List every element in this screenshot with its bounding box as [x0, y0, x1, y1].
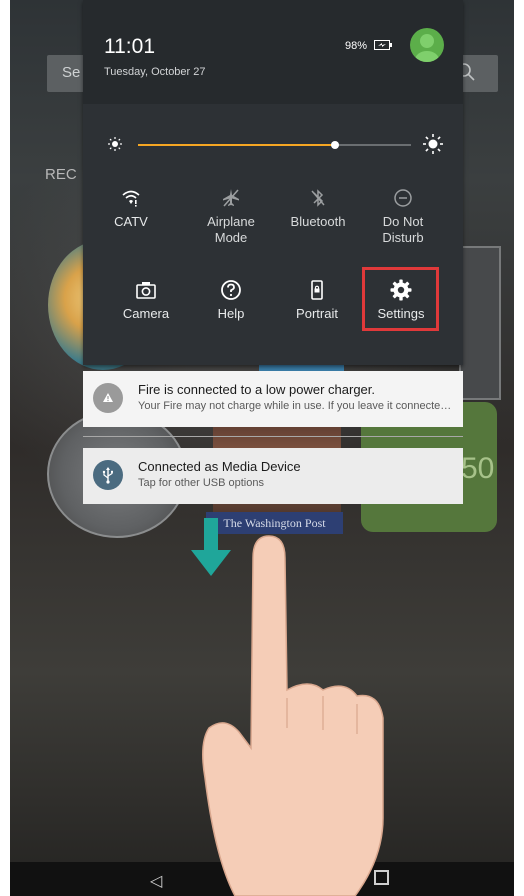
notification-title: Connected as Media Device — [138, 459, 301, 474]
bluetooth-off-icon — [311, 189, 325, 207]
notification-title: Fire is connected to a low power charger… — [138, 382, 376, 397]
camera-icon — [136, 282, 156, 299]
battery-percentage: 98% — [345, 40, 368, 52]
tile-bluetooth-label: Bluetooth — [290, 214, 346, 229]
pointing-hand-icon — [202, 535, 384, 896]
tile-portrait[interactable]: Portrait — [277, 278, 357, 322]
brightness-high-icon — [423, 134, 443, 154]
help-icon — [221, 280, 241, 300]
home-search-placeholder: Se — [62, 64, 81, 81]
tile-help-label: Help — [217, 306, 245, 321]
recent-section-label: REC — [45, 166, 77, 183]
notification-body: Your Fire may not charge while in use. I… — [138, 400, 456, 412]
notification-media-device[interactable]: Connected as Media Device Tap for other … — [83, 448, 463, 504]
notification-divider — [83, 436, 463, 437]
notification-body: Tap for other USB options — [138, 477, 264, 489]
tile-help[interactable]: Help — [191, 278, 271, 322]
back-icon[interactable]: ◁ — [150, 871, 162, 891]
tile-airplane-mode[interactable]: Airplane Mode — [191, 186, 271, 246]
brightness-slider-thumb[interactable] — [330, 141, 339, 149]
notification-icon-circle — [93, 460, 123, 490]
brightness-low-icon — [108, 137, 122, 151]
wifi-icon — [122, 190, 140, 207]
tile-airplane-mode-label: Airplane Mode — [207, 214, 255, 245]
avatar-person-icon — [415, 34, 439, 62]
app-tile-card[interactable] — [459, 246, 501, 400]
notification-low-power-charger[interactable]: Fire is connected to a low power charger… — [83, 371, 463, 427]
tile-wifi[interactable]: CATV — [91, 186, 171, 230]
notification-icon-circle — [93, 383, 123, 413]
portrait-lock-icon — [311, 280, 323, 300]
user-avatar[interactable] — [410, 28, 444, 62]
airplane-off-icon — [223, 189, 239, 207]
tile-bluetooth[interactable]: Bluetooth — [278, 186, 358, 230]
clock-time: 11:01 — [104, 35, 155, 58]
tile-wifi-label: CATV — [114, 214, 148, 229]
settings-highlight-box — [362, 267, 439, 331]
clock-date: Tuesday, October 27 — [104, 66, 206, 78]
tile-camera[interactable]: Camera — [106, 278, 186, 322]
tile-portrait-label: Portrait — [296, 306, 338, 321]
usb-icon — [102, 467, 113, 484]
tile-do-not-disturb[interactable]: Do Not Disturb — [363, 186, 443, 246]
tile-do-not-disturb-label: Do Not Disturb — [382, 214, 424, 245]
battery-charging-icon — [374, 40, 392, 50]
warning-icon — [103, 393, 113, 402]
brightness-slider[interactable] — [138, 141, 411, 149]
tile-camera-label: Camera — [122, 306, 170, 321]
brightness-slider-fill — [138, 144, 335, 146]
app-tile-green-text: 50 — [461, 452, 495, 485]
screen: Se REC The Washington Post 50 ◁ 11:01 Tu… — [0, 0, 524, 896]
quick-settings-panel: 11:01 Tuesday, October 27 98% CATV Airpl… — [83, 0, 463, 365]
do-not-disturb-icon — [394, 189, 412, 207]
